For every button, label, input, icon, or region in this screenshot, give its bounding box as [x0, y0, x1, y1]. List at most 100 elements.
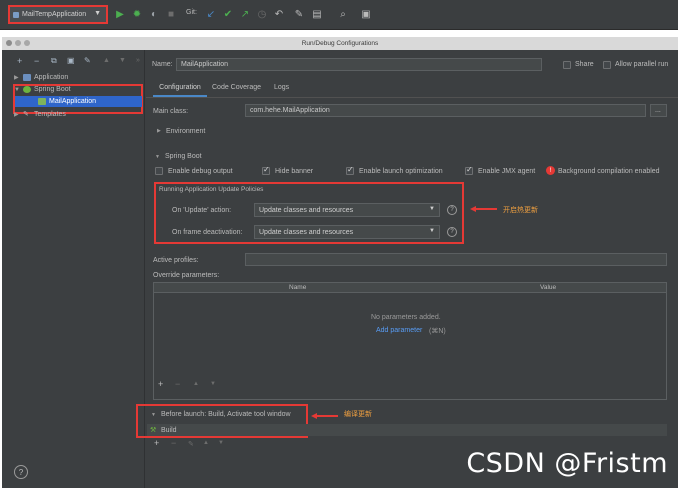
jmx-agent-checkbox[interactable] [465, 165, 473, 175]
allow-parallel-checkbox[interactable] [603, 61, 611, 69]
collapse-arrow-icon: ▼ [14, 86, 20, 93]
dialog-titlebar: Run/Debug Configurations [2, 37, 678, 50]
on-update-value: Update classes and resources [259, 206, 354, 214]
minimize-window-icon[interactable] [15, 40, 21, 46]
tree-item-application[interactable]: ▶ Application [14, 72, 68, 83]
help-icon[interactable]: ? [14, 465, 28, 479]
coverage-icon[interactable]: ◐ [148, 9, 160, 21]
layout-icon[interactable]: ▣ [360, 9, 372, 21]
environment-expand-icon[interactable]: ▶ [157, 128, 161, 134]
git-update-icon[interactable]: ↙ [205, 9, 217, 21]
move-up-icon[interactable]: ▲ [203, 440, 209, 446]
before-launch-list [147, 424, 667, 436]
history-icon[interactable]: ◷ [256, 9, 268, 21]
active-profiles-label: Active profiles: [153, 257, 199, 264]
move-down-icon[interactable]: ▼ [119, 56, 126, 66]
rollback-icon[interactable]: ↶ [273, 9, 285, 21]
share-checkbox[interactable] [563, 61, 571, 69]
save-icon[interactable]: ▣ [67, 56, 75, 66]
run-icon[interactable]: ▶ [114, 9, 126, 21]
edit-task-icon[interactable]: ✎ [188, 440, 194, 448]
remove-icon[interactable]: − [34, 56, 39, 66]
expand-arrow-icon: ▶ [14, 75, 19, 81]
tree-item-label: MailApplication [49, 98, 97, 105]
wrench-icon[interactable]: ✎ [293, 9, 305, 21]
wrench-icon[interactable]: ✎ [84, 56, 91, 66]
add-parameter-link[interactable]: Add parameter [376, 327, 422, 334]
tree-item-templates[interactable]: ▶ ✎ Templates [14, 109, 66, 120]
zoom-window-icon[interactable] [24, 40, 30, 46]
launch-optimization-checkbox[interactable] [346, 165, 354, 175]
main-class-label: Main class: [153, 108, 189, 115]
add-icon[interactable]: + [17, 56, 22, 66]
on-frame-label: On frame deactivation: [172, 229, 243, 236]
spring-leaf-icon [23, 86, 31, 93]
csdn-watermark: CSDN @Fristm [466, 448, 668, 479]
active-profiles-input[interactable] [245, 253, 667, 266]
run-config-label: MailTempApplication [22, 11, 87, 18]
bg-compilation-label: Background compilation enabled [558, 168, 660, 175]
wrench-icon: ✎ [23, 111, 29, 118]
spring-boot-section-label: Spring Boot [165, 153, 202, 160]
copy-icon[interactable]: ⧉ [51, 56, 57, 66]
add-row-icon[interactable]: + [158, 379, 163, 389]
annotation-arrow-line [316, 415, 338, 417]
git-label: Git: [186, 9, 197, 16]
main-class-input[interactable]: com.hehe.MailApplication [245, 104, 646, 117]
remove-task-icon[interactable]: − [171, 438, 176, 448]
launch-optimization-label: Enable launch optimization [359, 168, 443, 175]
stop-icon[interactable]: ■ [165, 9, 177, 21]
on-frame-select[interactable]: Update classes and resources ▼ [254, 225, 440, 239]
tree-item-label: Spring Boot [34, 86, 71, 93]
tab-logs[interactable]: Logs [274, 84, 289, 91]
on-update-label: On 'Update' action: [172, 207, 232, 214]
move-down-icon[interactable]: ▼ [218, 440, 224, 446]
spring-app-icon [38, 98, 46, 105]
tab-code-coverage[interactable]: Code Coverage [212, 84, 261, 91]
project-structure-icon[interactable]: ▤ [311, 9, 323, 21]
help-icon[interactable]: ? [447, 227, 457, 237]
tree-item-mail-application[interactable]: MailApplication [38, 96, 96, 107]
override-parameters-label: Override parameters: [153, 272, 220, 279]
move-down-icon[interactable]: ▼ [210, 381, 216, 387]
application-icon [23, 74, 31, 81]
column-value-header: Value [540, 284, 557, 291]
browse-button[interactable]: ... [650, 104, 667, 117]
git-commit-icon[interactable]: ✔ [222, 9, 234, 21]
add-parameter-shortcut: (⌘N) [429, 328, 446, 335]
tree-item-spring-boot[interactable]: ▼ Spring Boot [14, 84, 71, 95]
move-up-icon[interactable]: ▲ [193, 381, 199, 387]
on-update-select[interactable]: Update classes and resources ▼ [254, 203, 440, 217]
name-input[interactable]: MailApplication [176, 58, 542, 71]
column-name-header: Name [289, 284, 307, 291]
run-config-select[interactable]: MailTempApplication ▼ [8, 5, 108, 24]
build-task[interactable]: Build [161, 427, 177, 434]
before-launch-collapse-icon[interactable]: ▼ [151, 412, 156, 418]
tab-configuration[interactable]: Configuration [153, 80, 207, 97]
policies-title: Running Application Update Policies [159, 186, 264, 193]
on-frame-value: Update classes and resources [259, 228, 354, 236]
spring-boot-collapse-icon[interactable]: ▼ [155, 154, 160, 160]
tree-item-label: Application [34, 74, 69, 81]
more-icon[interactable]: » [136, 56, 140, 66]
environment-label[interactable]: Environment [166, 128, 205, 135]
hide-banner-checkbox[interactable] [262, 165, 270, 175]
search-icon[interactable]: ⌕ [337, 9, 349, 21]
ide-toolbar: MailTempApplication ▼ ▶ ✹ ◐ ■ Git: ↙ ✔ ↗… [0, 0, 678, 30]
add-task-icon[interactable]: + [154, 438, 159, 448]
close-window-icon[interactable] [6, 40, 12, 46]
dialog-title: Run/Debug Configurations [301, 40, 379, 47]
hot-reload-annotation: 开启热更新 [503, 207, 538, 214]
remove-row-icon[interactable]: − [175, 379, 180, 389]
enable-debug-label: Enable debug output [168, 168, 233, 175]
debug-icon[interactable]: ✹ [131, 9, 143, 21]
expand-arrow-icon: ▶ [14, 112, 19, 118]
move-up-icon[interactable]: ▲ [103, 56, 110, 66]
name-label: Name: [152, 61, 173, 68]
enable-debug-checkbox[interactable] [155, 167, 163, 175]
spring-app-icon [13, 12, 19, 18]
git-push-icon[interactable]: ↗ [239, 9, 251, 21]
help-icon[interactable]: ? [447, 205, 457, 215]
tab-divider [146, 97, 678, 98]
hide-banner-label: Hide banner [275, 168, 314, 175]
